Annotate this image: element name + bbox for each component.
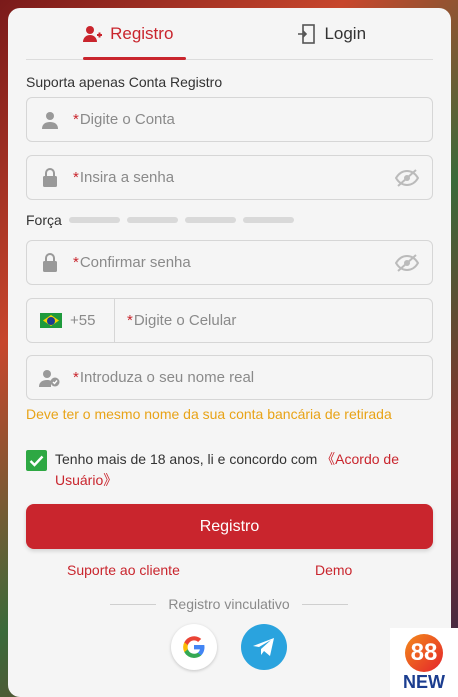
google-icon[interactable]: [171, 624, 217, 670]
tab-login-label: Login: [324, 23, 367, 43]
real-name-placeholder: Introduza o seu nome real: [79, 369, 255, 386]
password-field[interactable]: *Insira a senha: [26, 155, 433, 200]
add-user-icon: [82, 24, 103, 44]
real-name-hint: Deve ter o mesmo nome da sua conta bancá…: [26, 406, 392, 422]
required-mark: *: [73, 169, 79, 186]
strength-bar: [184, 217, 236, 223]
required-mark: *: [73, 254, 79, 271]
user-icon: [27, 111, 73, 129]
account-field[interactable]: *Digite o Conta: [26, 97, 433, 142]
agreement-text: Tenho mais de 18 anos, li e concordo com: [55, 451, 322, 467]
brand-new-label: NEW: [403, 671, 445, 692]
tab-registro-label: Registro: [110, 23, 174, 43]
divider-label: Registro vinculativo: [168, 596, 290, 612]
lock-icon: [27, 168, 73, 187]
password-strength: Força: [26, 212, 294, 228]
account-type-note: Suporta apenas Conta Registro: [26, 74, 223, 90]
password-placeholder: Insira a senha: [79, 169, 175, 186]
confirm-password-field[interactable]: *Confirmar senha: [26, 240, 433, 285]
required-mark: *: [73, 111, 79, 128]
required-mark: *: [73, 369, 79, 386]
agreement-checkbox[interactable]: [26, 450, 47, 471]
confirm-placeholder: Confirmar senha: [79, 254, 191, 271]
brand-badge: 88 NEW: [390, 628, 458, 697]
demo-link[interactable]: Demo: [315, 562, 352, 578]
auth-tabs: Registro Login: [26, 8, 433, 60]
country-code: +55: [70, 312, 96, 329]
register-modal: Registro Login Suporta apenas Conta Regi…: [8, 8, 451, 697]
eye-off-icon[interactable]: [382, 168, 432, 187]
strength-bar: [126, 217, 178, 223]
telegram-icon[interactable]: [241, 624, 287, 670]
real-name-field[interactable]: *Introduza o seu nome real: [26, 355, 433, 400]
tab-login[interactable]: Login: [230, 8, 434, 59]
tab-registro[interactable]: Registro: [26, 8, 230, 59]
user-verified-icon: [27, 369, 73, 387]
account-placeholder: Digite o Conta: [79, 111, 175, 128]
required-mark: *: [127, 312, 133, 329]
divider-line: [301, 603, 349, 605]
brand-logo: 88: [405, 633, 443, 672]
eye-off-icon[interactable]: [382, 253, 432, 272]
divider-line: [110, 603, 157, 605]
register-button[interactable]: Registro: [26, 504, 433, 549]
lock-icon: [27, 253, 73, 272]
strength-bar: [68, 217, 120, 223]
customer-support-link[interactable]: Suporte ao cliente: [67, 562, 180, 578]
phone-field[interactable]: +55 *Digite o Celular: [26, 298, 433, 343]
brazil-flag-icon: [40, 313, 62, 328]
country-code-select[interactable]: +55: [27, 299, 115, 342]
social-divider: Registro vinculativo: [110, 596, 349, 612]
strength-label: Força: [26, 212, 62, 228]
login-door-icon: [296, 23, 316, 44]
strength-bar: [242, 217, 294, 223]
phone-placeholder: Digite o Celular: [133, 312, 237, 329]
age-agreement: Tenho mais de 18 anos, li e concordo com…: [26, 449, 436, 491]
